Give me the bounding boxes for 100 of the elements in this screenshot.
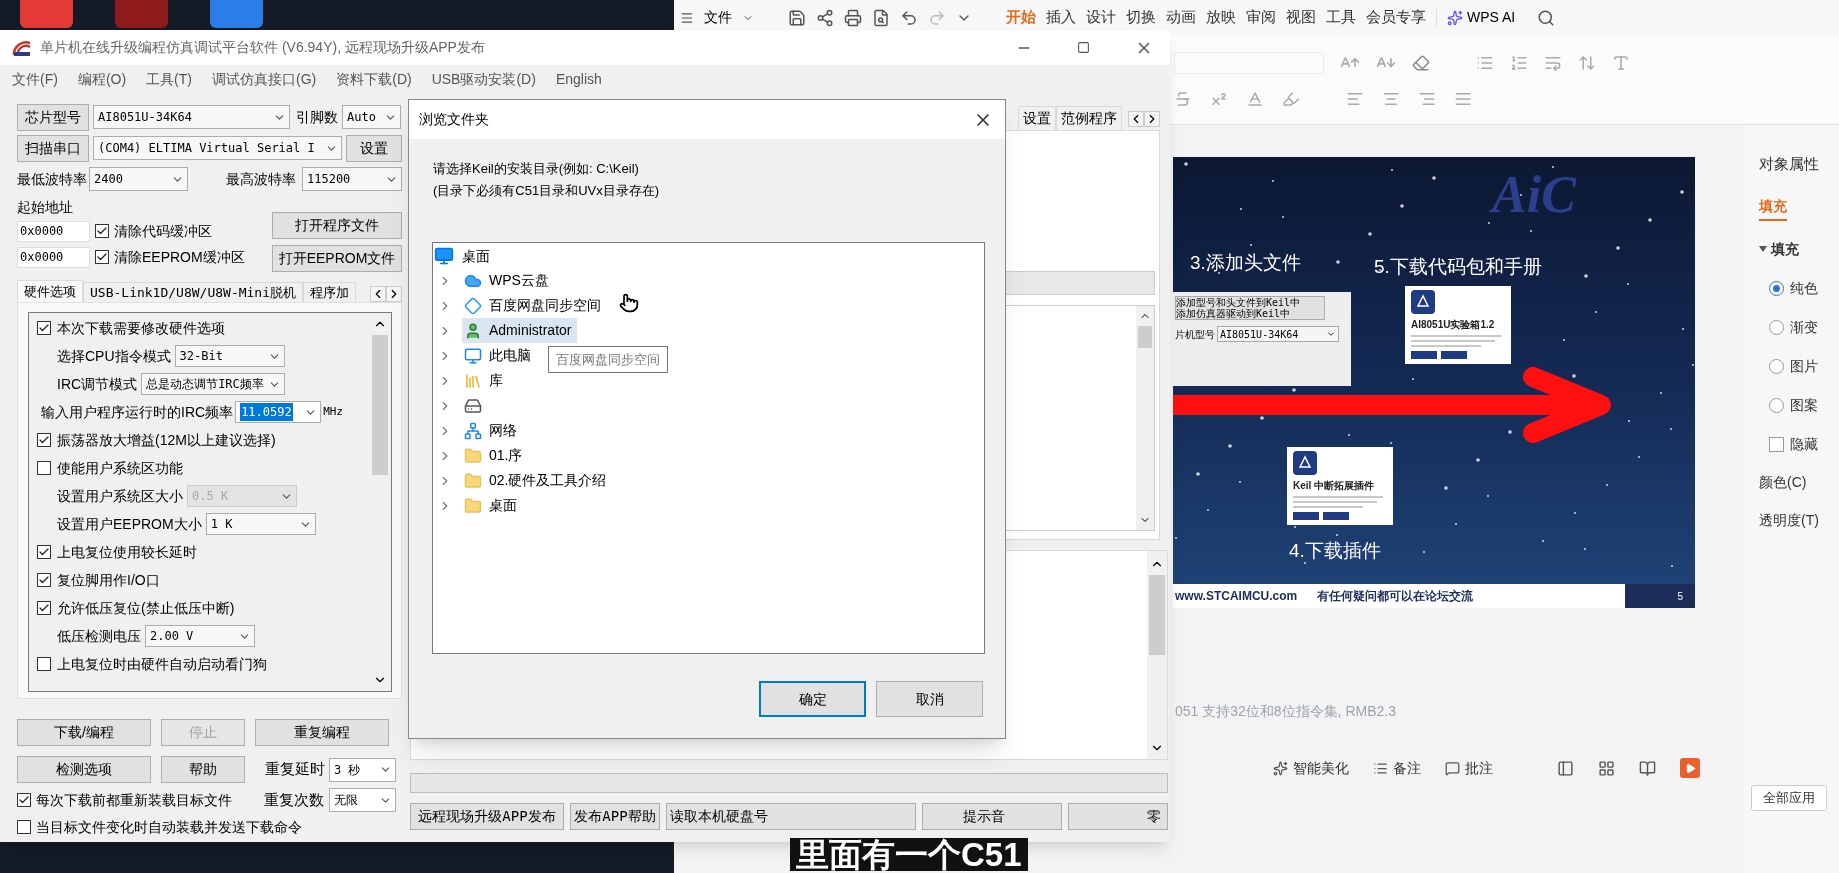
checkbox[interactable] [17,820,31,834]
menu-item[interactable]: 编程(O) [77,68,127,90]
button[interactable]: 远程现场升级APP发布 [410,803,564,830]
checkbox[interactable] [95,250,109,264]
tab[interactable]: 硬件选项 [17,280,83,302]
scrollbar[interactable] [1136,306,1154,530]
menu-item[interactable]: USB驱动安装(D) [431,68,536,90]
button[interactable]: 发布APP帮助 [570,803,660,830]
scroll-right-icon[interactable] [1144,111,1160,127]
collapse-caret-icon[interactable] [1759,246,1767,252]
tab[interactable]: USB-Link1D/U8W/U8W-Mini脱机 [83,282,303,302]
menu-item[interactable]: 工具(T) [146,68,192,90]
scrollbar-thumb[interactable] [1138,326,1152,348]
tree-item[interactable]: WPS云盘 [462,268,555,293]
dropdown[interactable]: 2400 [89,167,188,191]
print-icon[interactable] [844,8,862,27]
tree-item[interactable]: 此电脑 [462,343,537,368]
tree-item[interactable]: Administrator [462,318,578,343]
checkbox[interactable] [95,224,109,238]
dropdown[interactable]: 115200 [302,167,402,191]
status-button[interactable]: 批注 [1465,757,1493,779]
undo-icon[interactable] [900,8,918,27]
checkbox[interactable] [1769,437,1784,452]
button[interactable]: 重复编程 [255,719,389,746]
scroll-left-icon[interactable] [1128,111,1144,127]
ribbon-tab[interactable]: 插入 [1046,6,1076,29]
button[interactable]: 提示音 [922,803,1062,830]
ribbon-tab[interactable]: 审阅 [1246,6,1276,29]
tree-item[interactable]: 库 [462,368,509,393]
menu-item[interactable]: 调试仿真接口(G) [212,68,317,90]
dropdown[interactable]: Auto [342,105,401,129]
dropdown[interactable]: 3 秒 [329,757,396,782]
strikethrough-icon[interactable] [1174,89,1192,108]
dropdown[interactable]: AI8051U-34K64 [93,105,290,129]
checkbox[interactable] [37,657,51,671]
eraser-icon[interactable] [1412,53,1430,72]
sparkle-icon[interactable] [1273,760,1288,776]
status-button[interactable]: 智能美化 [1293,757,1349,779]
tree-item[interactable]: 桌面 [462,245,490,267]
menu-item[interactable]: 文件(F) [12,68,58,90]
radio-button[interactable] [1769,281,1784,296]
grid-view-icon[interactable] [1598,759,1615,777]
ribbon-tab[interactable]: 视图 [1286,6,1316,29]
menu-icon[interactable] [680,10,694,25]
dropdown[interactable]: 总是动态调节IRC频率 [141,373,285,395]
reading-view-icon[interactable] [1639,759,1656,777]
address-field[interactable]: 0x0000 [17,220,90,242]
search-icon[interactable] [1537,8,1556,27]
tree-item[interactable]: 02.硬件及工具介绍 [462,468,613,493]
menu-item[interactable]: 文件 [704,7,732,28]
button[interactable]: 设置 [346,134,402,162]
menu-item[interactable]: English [555,68,602,90]
scroll-left-icon[interactable] [370,286,386,302]
address-field[interactable]: 0x0000 [17,246,90,268]
tree-item[interactable]: 01.序 [462,443,529,468]
button[interactable]: 帮助 [161,756,245,783]
tree-item[interactable]: 桌面 [462,493,523,518]
button[interactable]: 打开程序文件 [272,212,402,239]
share-icon[interactable] [816,8,834,27]
status-button[interactable]: 备注 [1393,757,1421,779]
dropdown[interactable]: 无限 [329,788,396,812]
radio-button[interactable] [1769,320,1784,335]
menu-item[interactable]: 资料下载(D) [336,68,412,90]
button[interactable]: 零 [1068,803,1168,830]
scrollbar[interactable] [1147,551,1167,759]
play-button[interactable] [1680,758,1700,778]
ribbon-tab[interactable]: 切换 [1126,6,1156,29]
tab[interactable]: 设置 [1018,106,1056,130]
checkbox[interactable] [37,573,51,587]
checkbox[interactable] [17,793,31,807]
ai-button[interactable]: WPS AI [1467,7,1516,28]
button[interactable]: 检测选项 [17,756,151,783]
checkbox[interactable] [37,545,51,559]
button[interactable]: 下载/编程 [17,719,151,746]
maximize-icon[interactable] [1077,41,1090,54]
ribbon-tab[interactable]: 动画 [1166,6,1196,29]
save-icon[interactable] [788,8,806,27]
scroll-right-icon[interactable] [386,286,402,302]
sparkle-icon[interactable] [1447,9,1463,26]
dropdown[interactable]: 1 K [205,513,316,535]
dropdown[interactable]: 11.0592 [235,401,322,423]
tree-item[interactable]: 网络 [462,418,523,443]
dropdown[interactable]: 32-Bit [174,345,285,367]
checkbox[interactable] [37,433,51,447]
tab[interactable]: 范例程序 [1056,106,1122,130]
ribbon-tab[interactable]: 设计 [1086,6,1116,29]
button[interactable]: 扫描串口 [17,134,89,162]
checkbox[interactable] [37,601,51,615]
button[interactable]: 打开EEPROM文件 [272,245,402,272]
numbered-list-icon[interactable] [1510,53,1528,72]
radio-button[interactable] [1769,398,1784,413]
comment-icon[interactable] [1445,760,1460,776]
ribbon-tab[interactable]: 会员专享 [1366,6,1426,29]
checkbox[interactable] [37,461,51,475]
button[interactable]: 芯片型号 [17,103,89,131]
button[interactable]: 确定 [759,681,866,717]
print-preview-icon[interactable] [872,8,890,27]
sort-icon[interactable] [1578,53,1596,72]
ribbon-tab[interactable]: 工具 [1326,6,1356,29]
dropdown[interactable]: 2.00 V [145,625,255,647]
